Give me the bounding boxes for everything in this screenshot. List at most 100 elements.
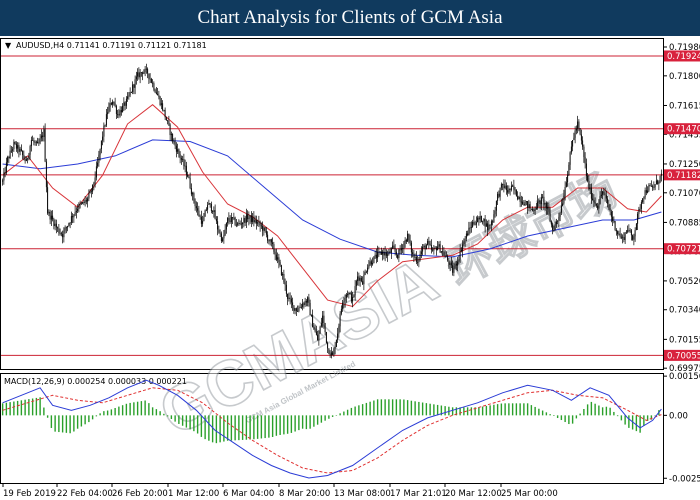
macd-hist-bar xyxy=(523,403,525,416)
candle xyxy=(645,184,647,196)
candle xyxy=(524,199,526,206)
candle xyxy=(74,205,76,216)
macd-hist-bar xyxy=(339,413,341,416)
macd-hist-bar xyxy=(504,403,506,416)
candle xyxy=(335,339,337,348)
candle xyxy=(144,65,146,77)
candle-body xyxy=(210,203,212,212)
candle xyxy=(653,181,655,191)
candle-body xyxy=(654,184,656,188)
candle-body xyxy=(579,128,581,135)
candle-body xyxy=(48,211,50,214)
candle xyxy=(632,234,634,241)
candle xyxy=(528,199,530,212)
candle-body xyxy=(473,221,475,225)
macd-hist-bar xyxy=(403,399,405,416)
candle-body xyxy=(549,213,551,222)
candle xyxy=(375,248,377,264)
candle-body xyxy=(638,208,640,214)
candle-body xyxy=(404,239,406,244)
candle xyxy=(479,211,481,223)
candle xyxy=(69,221,71,229)
candle xyxy=(392,241,394,250)
candle xyxy=(537,195,539,210)
candle-body xyxy=(463,240,465,245)
candle xyxy=(57,226,59,232)
candle xyxy=(218,225,220,234)
candle-body xyxy=(572,140,574,147)
level-tag-label: 0.71924 xyxy=(667,52,700,62)
candle xyxy=(192,191,194,201)
candle-body xyxy=(370,261,372,265)
candle-body xyxy=(383,251,385,256)
candle xyxy=(550,220,552,228)
candle-body xyxy=(648,185,650,191)
candle-body xyxy=(17,145,19,149)
macd-hist-bar xyxy=(541,410,544,416)
candle-body xyxy=(323,315,325,324)
candle xyxy=(584,152,586,169)
candle-body xyxy=(458,259,460,262)
candle xyxy=(265,227,267,238)
macd-hist-bar xyxy=(361,404,364,416)
candle xyxy=(575,125,577,135)
candle-body xyxy=(262,225,264,231)
candle xyxy=(299,302,301,309)
candle xyxy=(342,299,344,312)
candle-body xyxy=(122,105,124,113)
macd-hist-bar xyxy=(436,404,439,416)
candle xyxy=(34,140,36,146)
candle-body xyxy=(413,254,415,258)
candle xyxy=(157,87,159,96)
candle-body xyxy=(100,140,102,150)
candle-body xyxy=(578,121,580,129)
candle xyxy=(80,201,82,205)
candle xyxy=(110,102,112,106)
candle-body xyxy=(34,142,36,143)
candle xyxy=(239,220,241,226)
candle xyxy=(212,210,214,214)
candle-body xyxy=(348,292,350,295)
candle xyxy=(329,350,331,358)
time-tick-label: 25 Mar 00:00 xyxy=(501,489,558,499)
candle-body xyxy=(582,140,584,147)
candle-body xyxy=(637,213,639,224)
candle xyxy=(458,255,460,265)
macd-hist-bar xyxy=(301,415,304,429)
candle-body xyxy=(64,227,66,231)
macd-hist-bar xyxy=(466,407,469,416)
candle-body xyxy=(384,252,386,256)
candle xyxy=(8,155,10,164)
candle xyxy=(24,156,26,164)
candle xyxy=(483,218,485,226)
candle-body xyxy=(452,265,454,273)
candle xyxy=(604,187,606,202)
candle-body xyxy=(159,96,161,105)
candle xyxy=(472,219,474,228)
candle-body xyxy=(533,210,535,212)
candle xyxy=(498,190,500,199)
candle-body xyxy=(313,327,315,330)
candle-body xyxy=(268,240,270,242)
candle-body xyxy=(282,273,284,276)
candle-body xyxy=(129,92,131,96)
candle-body xyxy=(358,276,360,281)
candle xyxy=(433,244,435,255)
candle-body xyxy=(410,242,412,253)
candle xyxy=(522,196,524,206)
candle-body xyxy=(42,135,44,138)
candle xyxy=(385,249,387,259)
candle-body xyxy=(583,146,585,158)
candle xyxy=(254,215,256,224)
candle xyxy=(3,168,5,185)
candle xyxy=(152,79,154,88)
candle xyxy=(230,212,232,228)
candle-body xyxy=(517,196,519,200)
candle xyxy=(84,196,86,207)
candle-body xyxy=(195,206,197,209)
candle-body xyxy=(505,185,507,191)
candle xyxy=(129,87,131,98)
macd-hist-bar xyxy=(373,400,375,416)
candle xyxy=(402,244,404,254)
candle xyxy=(557,220,559,225)
